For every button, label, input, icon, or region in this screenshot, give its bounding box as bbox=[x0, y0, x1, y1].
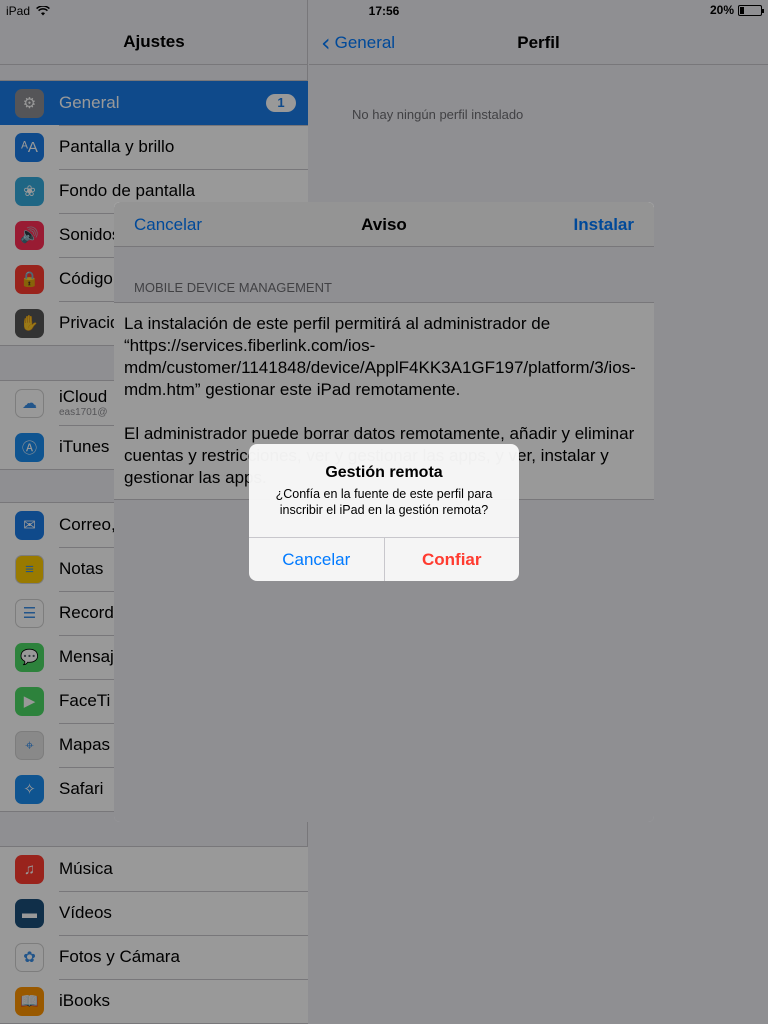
alert-message: ¿Confía en la fuente de este perfil para… bbox=[275, 487, 493, 517]
battery-icon bbox=[738, 4, 764, 16]
status-bar: iPad 17:56 20% bbox=[0, 0, 768, 20]
battery-percent: 20% bbox=[709, 3, 734, 17]
trust-button[interactable]: Confiar bbox=[383, 538, 520, 581]
alert-buttons: Cancelar Confiar bbox=[249, 537, 519, 581]
alert-cancel-button[interactable]: Cancelar bbox=[249, 538, 384, 581]
clock: 17:56 bbox=[368, 4, 400, 18]
alert-title: Gestión remota bbox=[325, 464, 443, 481]
remote-management-alert: Gestión remota ¿Confía en la fuente de e… bbox=[249, 444, 519, 581]
